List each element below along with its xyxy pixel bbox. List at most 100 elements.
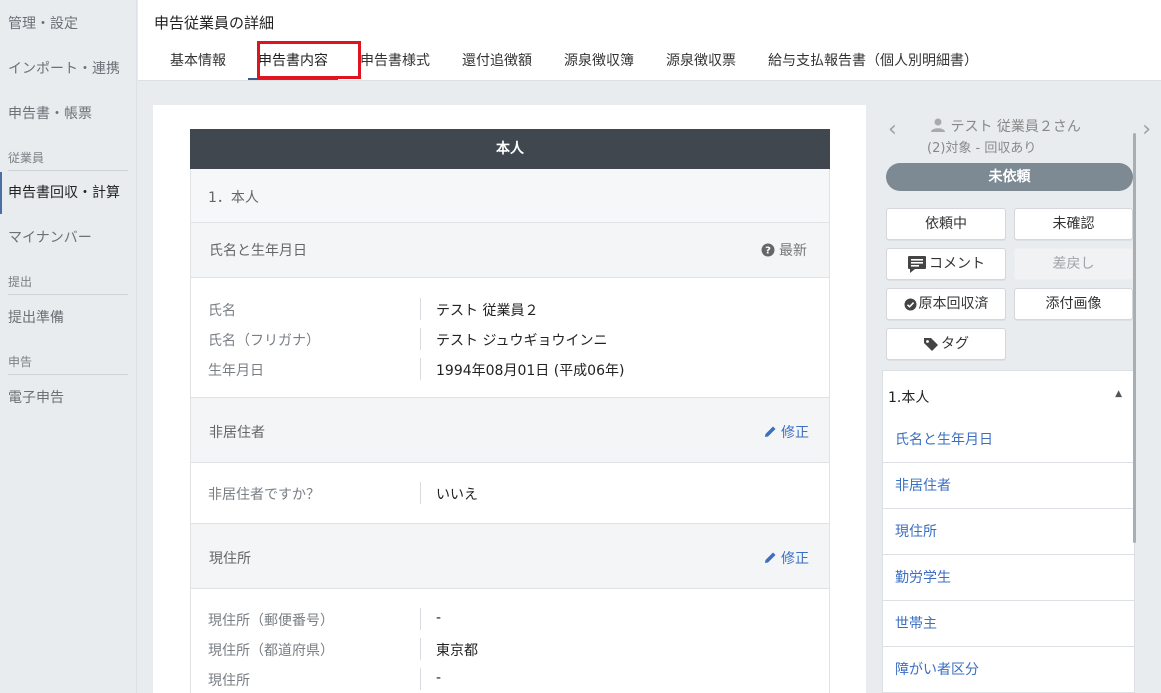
group-title: 氏名と生年月日 — [209, 243, 307, 259]
check-circle-icon — [904, 298, 916, 310]
latest-label: 最新 — [779, 243, 807, 259]
sidebar-item-import-integration[interactable]: インポート・連携 — [0, 59, 137, 79]
tag-label: タグ — [941, 336, 969, 352]
list-item[interactable]: 障がい者区分 — [882, 647, 1135, 693]
field-label: 氏名（フリガナ） — [208, 333, 320, 349]
sidebar-item-submission-prep[interactable]: 提出準備 — [0, 308, 137, 328]
field-label: 非居住者ですか？ — [208, 487, 320, 503]
field-divider — [420, 638, 421, 660]
tag-button[interactable]: タグ — [886, 328, 1006, 360]
caret-up-icon: ▲ — [1115, 389, 1122, 399]
edit-label: 修正 — [781, 425, 809, 441]
field-row: 現住所（郵便番号） - — [208, 608, 829, 632]
field-divider — [420, 358, 421, 380]
sidebar-section-employee: 従業員 — [8, 150, 128, 171]
field-divider — [420, 328, 421, 350]
requesting-button[interactable]: 依頼中 — [886, 208, 1006, 240]
group-body-name-birthdate: 氏名 テスト 従業員２ 氏名（フリガナ） テスト ジュウギョウインニ 生年月日 … — [190, 278, 830, 398]
group-body-address: 現住所（郵便番号） - 現住所（都道府県） 東京都 現住所 - — [190, 589, 830, 693]
tab-basic-info[interactable]: 基本情報 — [154, 50, 242, 80]
edit-nonresident-button[interactable]: 修正 — [764, 422, 809, 442]
previous-employee-button[interactable]: ‹ — [888, 117, 897, 142]
employee-navigator: ‹ テスト 従業員２さん (2)対象 - 回収あり › — [886, 109, 1151, 159]
field-value: - — [436, 610, 442, 626]
comment-icon — [908, 256, 926, 273]
list-item[interactable]: 非居住者 — [882, 463, 1135, 509]
tab-declaration-format[interactable]: 申告書様式 — [344, 50, 446, 80]
latest-indicator: ? 最新 — [761, 240, 807, 260]
field-row: 非居住者ですか？ いいえ — [208, 482, 829, 506]
group-title: 現住所 — [209, 551, 251, 567]
sidebar: 管理・設定 インポート・連携 申告書・帳票 従業員 申告書回収・計算 マイナンバ… — [0, 0, 137, 693]
field-value: - — [436, 670, 442, 686]
field-row: 生年月日 1994年08月01日 (平成06年) — [208, 358, 829, 382]
block-title: 1．本人 — [208, 190, 259, 206]
tab-bar: 基本情報 申告書内容 申告書様式 還付追徴額 源泉徴収簿 源泉徴収票 給与支払報… — [154, 41, 994, 80]
edit-address-button[interactable]: 修正 — [764, 548, 809, 568]
group-body-nonresident: 非居住者ですか？ いいえ — [190, 463, 830, 524]
field-value: 1994年08月01日 (平成06年) — [436, 363, 625, 379]
field-row: 氏名 テスト 従業員２ — [208, 298, 829, 322]
section-select[interactable]: 1.本人 ▲ — [882, 370, 1135, 418]
attached-image-button[interactable]: 添付画像 — [1014, 288, 1133, 320]
sidebar-item-e-filing[interactable]: 電子申告 — [0, 388, 137, 408]
page-header: 申告従業員の詳細 基本情報 申告書内容 申告書様式 還付追徴額 源泉徴収簿 源泉… — [138, 0, 1161, 81]
comment-label: コメント — [929, 256, 985, 272]
field-value: テスト ジュウギョウインニ — [436, 333, 608, 349]
sidebar-item-my-number[interactable]: マイナンバー — [0, 228, 137, 248]
sidebar-item-collection-calculation[interactable]: 申告書回収・計算 — [0, 172, 137, 214]
status-badge: 未依頼 — [886, 163, 1133, 191]
list-item[interactable]: 氏名と生年月日 — [882, 417, 1135, 463]
tab-declaration-content[interactable]: 申告書内容 — [242, 50, 344, 80]
list-item[interactable]: 勤労学生 — [882, 555, 1135, 601]
tab-refund-additional[interactable]: 還付追徴額 — [446, 50, 548, 80]
employee-status: (2)対象 - 回収あり — [927, 141, 1037, 156]
field-value: 東京都 — [436, 643, 478, 659]
section-header: 本人 — [190, 129, 830, 169]
tab-withholding-ledger[interactable]: 源泉徴収簿 — [548, 50, 650, 80]
tab-withholding-slip[interactable]: 源泉徴収票 — [650, 50, 752, 80]
block-title-row: 1．本人 — [190, 169, 830, 223]
unconfirmed-button[interactable]: 未確認 — [1014, 208, 1133, 240]
pencil-icon — [764, 552, 776, 563]
field-row: 現住所（都道府県） 東京都 — [208, 638, 829, 662]
employee-name-text: テスト 従業員２さん — [950, 119, 1081, 135]
comment-button[interactable]: コメント — [886, 248, 1006, 280]
next-employee-button[interactable]: › — [1142, 117, 1151, 142]
send-back-button[interactable]: 差戻し — [1014, 248, 1133, 280]
sidebar-section-filing: 申告 — [8, 354, 128, 375]
group-header-name-birthdate: 氏名と生年月日 ? 最新 — [190, 223, 830, 278]
tab-salary-payment-report[interactable]: 給与支払報告書（個人別明細書） — [752, 50, 994, 80]
field-divider — [420, 298, 421, 320]
sidebar-item-admin-settings[interactable]: 管理・設定 — [0, 14, 137, 34]
field-divider — [420, 668, 421, 690]
page-title: 申告従業員の詳細 — [154, 14, 275, 32]
pencil-icon — [764, 426, 776, 437]
field-label: 生年月日 — [208, 363, 264, 379]
list-item[interactable]: 世帯主 — [882, 601, 1135, 647]
field-row: 現住所 - — [208, 668, 829, 692]
group-header-nonresident: 非居住者 修正 — [190, 398, 830, 463]
main-panel: 本人 1．本人 氏名と生年月日 ? 最新 氏名 テスト 従業員２ 氏名（フリガナ… — [153, 105, 866, 693]
list-item[interactable]: 現住所 — [882, 509, 1135, 555]
group-header-address: 現住所 修正 — [190, 524, 830, 589]
field-divider — [420, 482, 421, 504]
original-received-button[interactable]: 原本回収済 — [886, 288, 1006, 320]
right-panel: ‹ テスト 従業員２さん (2)対象 - 回収あり › 未依頼 依頼中 未確認 … — [866, 81, 1161, 693]
edit-label: 修正 — [781, 551, 809, 567]
field-value: テスト 従業員２ — [436, 303, 539, 319]
sidebar-item-forms-ledgers[interactable]: 申告書・帳票 — [0, 104, 137, 124]
user-icon — [931, 118, 945, 132]
employee-name: テスト 従業員２さん — [930, 116, 1081, 136]
field-label: 現住所（都道府県） — [208, 643, 334, 659]
section-nav-list: 氏名と生年月日 非居住者 現住所 勤労学生 世帯主 障がい者区分 — [882, 417, 1135, 693]
field-label: 現住所 — [208, 673, 250, 689]
question-circle-icon: ? — [761, 243, 775, 257]
tag-icon — [924, 338, 938, 351]
field-value: いいえ — [436, 487, 478, 503]
sidebar-section-submission: 提出 — [8, 274, 128, 295]
group-title: 非居住者 — [209, 425, 265, 441]
field-divider — [420, 608, 421, 630]
scrollbar[interactable] — [1133, 133, 1136, 543]
original-received-label: 原本回収済 — [918, 296, 989, 312]
